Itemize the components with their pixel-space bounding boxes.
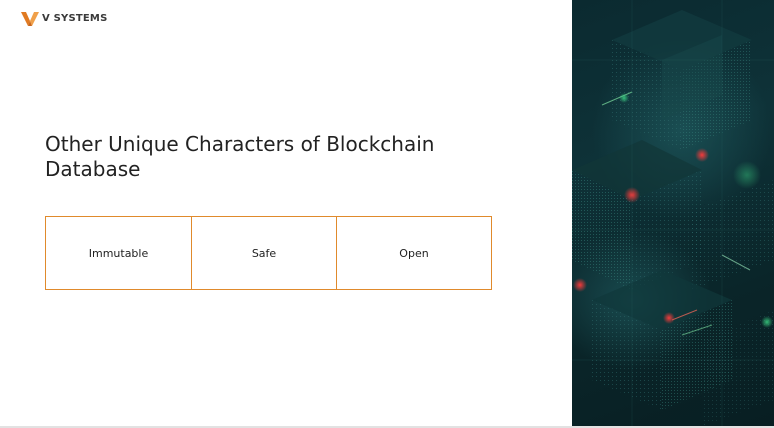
brand-logo: V SYSTEMS	[21, 11, 107, 27]
characteristic-box: Immutable	[88, 246, 149, 260]
v-systems-logo-icon	[21, 12, 39, 26]
slide-title: Other Unique Characters of Blockchain Da…	[45, 132, 435, 181]
characteristic-box: Open	[336, 217, 491, 289]
brand-name: V SYSTEMS	[42, 13, 108, 24]
slide: V SYSTEMS Other Unique Characters of Blo…	[0, 0, 774, 426]
characteristic-box: Safe	[191, 217, 336, 289]
blockchain-abstract-image	[572, 0, 774, 426]
blockchain-image-graphic	[572, 0, 774, 426]
characteristics-row: Immutable Safe Open	[45, 216, 492, 290]
